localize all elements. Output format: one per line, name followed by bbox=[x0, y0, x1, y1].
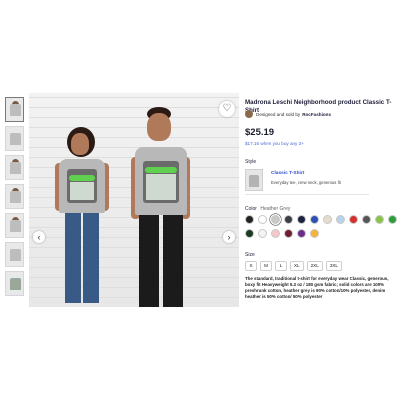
color-swatch[interactable] bbox=[271, 229, 280, 238]
bulk-discount: $17.16 when you buy any 3+ bbox=[245, 141, 304, 146]
product-image: ♡ ‹ › bbox=[29, 93, 239, 307]
color-swatch[interactable] bbox=[297, 215, 306, 224]
style-thumbnail bbox=[245, 169, 263, 191]
color-swatch[interactable] bbox=[310, 215, 319, 224]
seller-line: Designed and sold by RocFashions bbox=[245, 110, 331, 118]
color-swatch[interactable] bbox=[258, 229, 267, 238]
thumbnail[interactable] bbox=[5, 97, 24, 122]
color-swatch[interactable] bbox=[362, 215, 371, 224]
color-swatch[interactable] bbox=[245, 229, 254, 238]
thumbnail[interactable] bbox=[5, 242, 24, 267]
color-label-text: Color bbox=[245, 206, 257, 212]
color-swatch[interactable] bbox=[310, 229, 319, 238]
color-swatch[interactable] bbox=[245, 215, 254, 224]
color-swatch[interactable] bbox=[349, 215, 358, 224]
thumbnail[interactable] bbox=[5, 271, 24, 296]
product-details: Madrona Leschi Neighborhood product Clas… bbox=[244, 93, 400, 307]
thumbnail[interactable] bbox=[5, 126, 24, 151]
size-option[interactable]: L bbox=[275, 261, 287, 271]
color-swatch[interactable] bbox=[375, 215, 384, 224]
color-swatch[interactable] bbox=[271, 215, 280, 224]
product-page: ♡ ‹ › Madrona Leschi Neighborhood produc… bbox=[0, 93, 400, 307]
size-selector: S M L XL 2XL 3XL bbox=[245, 261, 345, 271]
seller-link[interactable]: RocFashions bbox=[302, 112, 331, 117]
color-swatch[interactable] bbox=[284, 215, 293, 224]
heart-icon[interactable]: ♡ bbox=[219, 101, 235, 117]
style-option[interactable]: Classic T-Shirt Everyday tee, crew neck,… bbox=[245, 169, 369, 195]
thumbnail[interactable] bbox=[5, 155, 24, 180]
chevron-right-icon[interactable]: › bbox=[223, 231, 235, 243]
style-description: Everyday tee, crew neck, generous fit bbox=[271, 180, 341, 185]
thumbnail-strip bbox=[5, 97, 25, 300]
thumbnail[interactable] bbox=[5, 184, 24, 209]
price: $25.19 bbox=[245, 127, 275, 138]
size-label: Size bbox=[245, 252, 255, 258]
size-option[interactable]: S bbox=[245, 261, 257, 271]
size-option[interactable]: 3XL bbox=[325, 261, 342, 271]
style-label: Style bbox=[245, 159, 257, 165]
product-description: The standard, traditional t-shirt for ev… bbox=[245, 276, 389, 299]
style-name: Classic T-Shirt bbox=[271, 171, 305, 176]
color-swatches-row-2 bbox=[245, 229, 323, 238]
color-swatch[interactable] bbox=[323, 215, 332, 224]
size-option[interactable]: 2XL bbox=[306, 261, 323, 271]
seller-prefix: Designed and sold by bbox=[256, 111, 301, 117]
size-option[interactable]: XL bbox=[290, 261, 304, 271]
color-swatch[interactable] bbox=[297, 229, 306, 238]
color-label: Color Heather Grey bbox=[245, 206, 290, 212]
thumbnail[interactable] bbox=[5, 213, 24, 238]
color-swatch[interactable] bbox=[258, 215, 267, 224]
chevron-left-icon[interactable]: ‹ bbox=[33, 231, 45, 243]
size-option[interactable]: M bbox=[260, 261, 272, 271]
color-swatch[interactable] bbox=[284, 229, 293, 238]
avatar bbox=[245, 110, 253, 118]
color-swatch[interactable] bbox=[388, 215, 397, 224]
color-swatch[interactable] bbox=[336, 215, 345, 224]
color-swatches-row-1 bbox=[245, 215, 400, 224]
selected-color-name: Heather Grey bbox=[260, 206, 291, 212]
